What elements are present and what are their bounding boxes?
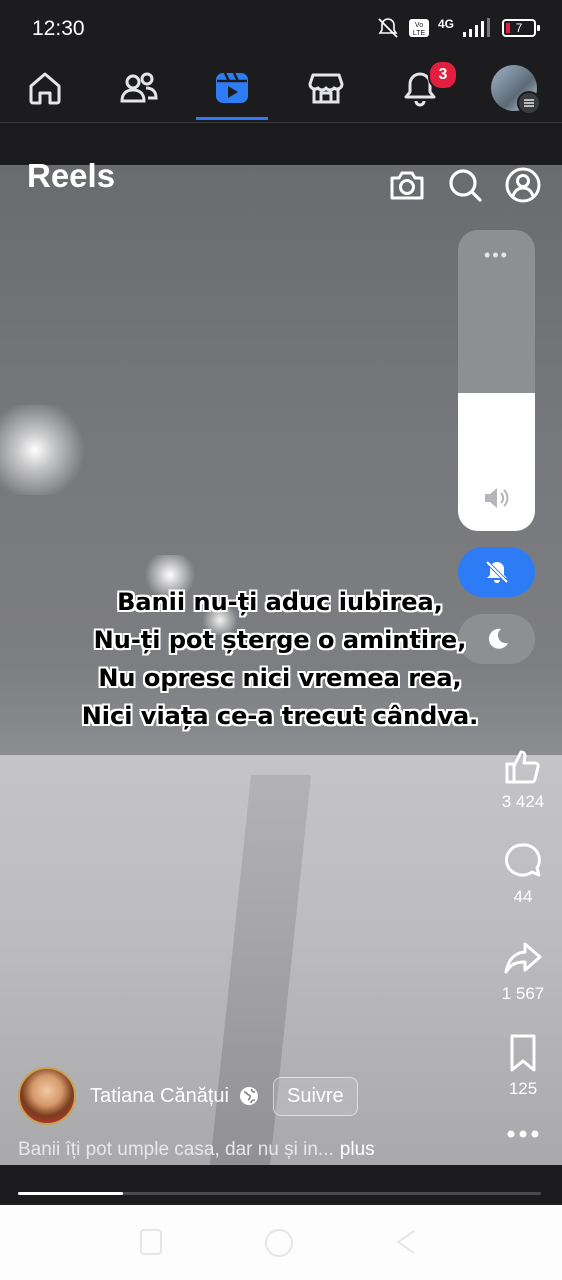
search-icon[interactable] [446, 166, 484, 204]
author-name[interactable]: Tatiana Cănățui [90, 1085, 229, 1108]
battery-level: 7 [515, 21, 523, 35]
comment-count: 44 [513, 887, 533, 906]
caption-line: Nu opresc nici vremea rea, [98, 664, 462, 692]
save-count: 125 [508, 1079, 538, 1098]
svg-text:Vo: Vo [415, 22, 423, 29]
nav-home[interactable] [3, 56, 87, 120]
share-count: 1 567 [501, 984, 545, 1003]
network-type: 4G [437, 17, 454, 31]
save-button[interactable]: 125 [490, 1033, 556, 1099]
like-button[interactable]: 3 424 [490, 746, 556, 812]
thumbs-up-icon [505, 750, 540, 784]
video-caption: Banii nu-ți aduc iubirea, Nu-ți pot șter… [40, 583, 520, 735]
see-more-link[interactable]: plus [340, 1139, 375, 1160]
bottom-bar [0, 1165, 562, 1203]
notification-badge: 3 [428, 60, 458, 90]
nav-profile[interactable] [472, 56, 556, 120]
svg-text:LTE: LTE [413, 30, 426, 37]
profile-icon[interactable] [504, 166, 542, 204]
follow-button[interactable]: Suivre [272, 1076, 358, 1116]
caption-line: Nu-ți pot șterge o amintire, [93, 626, 467, 654]
street-light [0, 405, 90, 495]
status-time: 12:30 [32, 17, 85, 40]
signal-icon [463, 18, 490, 37]
comment-icon [504, 843, 541, 877]
like-count: 3 424 [501, 792, 545, 811]
nav-marketplace[interactable] [284, 56, 368, 120]
author-avatar[interactable] [18, 1067, 76, 1125]
caption-line: Banii nu-ți aduc iubirea, [117, 588, 443, 616]
reels-icon [216, 72, 248, 103]
video-progress-bar[interactable] [18, 1192, 541, 1195]
share-icon [504, 942, 542, 974]
system-nav-bar [0, 1205, 562, 1280]
friends-icon [120, 72, 158, 103]
reel-description[interactable]: Banii îți pot umple casa, dar nu și in..… [18, 1139, 375, 1161]
back-icon[interactable] [394, 1227, 418, 1257]
recents-icon[interactable] [138, 1227, 164, 1257]
menu-icon [517, 91, 541, 115]
globe-icon [239, 1087, 258, 1105]
more-dots-icon: ••• [484, 245, 509, 265]
volume-slider[interactable]: ••• [458, 230, 535, 531]
video-progress-fill [18, 1192, 123, 1195]
status-icons: Vo LTE 4G 7 [376, 16, 540, 40]
status-bar: 12:30 Vo LTE 4G 7 [0, 0, 562, 56]
home-button-icon[interactable] [263, 1227, 295, 1259]
page-title: Reels [27, 157, 116, 194]
comment-button[interactable]: 44 [490, 841, 556, 907]
more-options-button[interactable] [490, 1126, 556, 1148]
nav-friends[interactable] [97, 56, 181, 120]
bell-muted-icon [378, 18, 398, 38]
battery-icon: 7 [502, 19, 540, 37]
volte-icon: VoLTE [408, 19, 429, 37]
share-button[interactable]: 1 567 [490, 938, 556, 1004]
marketplace-icon [308, 73, 344, 104]
home-icon [29, 72, 61, 105]
description-text: Banii îți pot umple casa, dar nu și in..… [18, 1139, 334, 1160]
profile-avatar [491, 65, 541, 115]
nav-reels[interactable] [190, 56, 274, 120]
app-frame: 12:30 Vo LTE 4G 7 3 Reels ••• Banii nu-ț… [0, 0, 562, 1280]
author-row: Tatiana Cănățui Suivre [18, 1067, 358, 1125]
bell-off-icon [485, 560, 508, 584]
camera-icon[interactable] [388, 166, 426, 204]
caption-line: Nici viața ce-a trecut cândva. [81, 702, 479, 730]
speaker-icon [484, 488, 508, 508]
reels-header-actions [388, 166, 542, 204]
bookmark-icon [510, 1034, 536, 1072]
nav-notifications[interactable]: 3 [378, 56, 462, 120]
top-nav: 3 [0, 56, 562, 123]
more-dots-icon [507, 1130, 539, 1138]
